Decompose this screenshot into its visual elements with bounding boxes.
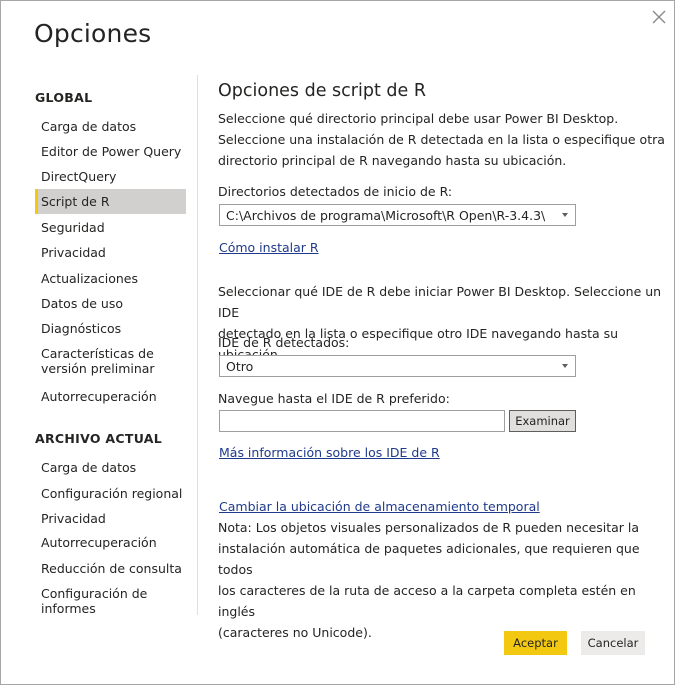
sidebar-item-diagnostics[interactable]: Diagnósticos bbox=[35, 316, 186, 341]
sidebar-item-usage-data[interactable]: Datos de uso bbox=[35, 291, 186, 316]
intro-line: Seleccione una instalación de R detectad… bbox=[218, 132, 665, 147]
dialog-title: Opciones bbox=[34, 19, 152, 48]
sidebar-item-updates[interactable]: Actualizaciones bbox=[35, 266, 186, 291]
sidebar-item-autorecovery[interactable]: Autorrecuperación bbox=[35, 384, 186, 409]
ok-button[interactable]: Aceptar bbox=[504, 631, 567, 655]
sidebar-item-power-query-editor[interactable]: Editor de Power Query bbox=[35, 139, 186, 164]
r-ide-dropdown[interactable]: Otro bbox=[219, 355, 576, 377]
options-dialog: Opciones GLOBAL Carga de datos Editor de… bbox=[0, 0, 675, 685]
sidebar-item-file-data-load[interactable]: Carga de datos bbox=[35, 455, 186, 480]
current-file-section-heading: ARCHIVO ACTUAL bbox=[35, 431, 162, 446]
sidebar-item-preview-features[interactable]: Características de versión preliminar bbox=[35, 344, 186, 378]
intro-line: directorio principal de R navegando hast… bbox=[218, 153, 567, 168]
r-home-directory-dropdown[interactable]: C:\Archivos de programa\Microsoft\R Open… bbox=[219, 204, 576, 226]
browse-button[interactable]: Examinar bbox=[509, 410, 576, 432]
intro-line: Seleccione qué directorio principal debe… bbox=[218, 111, 619, 126]
sidebar-item-regional-settings[interactable]: Configuración regional bbox=[35, 481, 186, 506]
r-ide-value: Otro bbox=[226, 359, 254, 374]
global-section-heading: GLOBAL bbox=[35, 90, 93, 105]
note-line: Nota: Los objetos visuales personalizado… bbox=[218, 520, 640, 535]
sidebar-item-privacy[interactable]: Privacidad bbox=[35, 240, 186, 265]
browse-ide-label: Navegue hasta el IDE de R preferido: bbox=[218, 391, 450, 406]
ide-intro-text: Seleccionar qué IDE de R debe iniciar Po… bbox=[218, 281, 674, 365]
sidebar-item-query-reduction[interactable]: Reducción de consulta bbox=[35, 556, 186, 581]
r-ide-info-link[interactable]: Más información sobre los IDE de R bbox=[219, 445, 440, 460]
sidebar-item-security[interactable]: Seguridad bbox=[35, 215, 186, 240]
sidebar-divider bbox=[197, 75, 198, 615]
sidebar-item-r-script[interactable]: Script de R bbox=[35, 189, 186, 214]
intro-text: Seleccione qué directorio principal debe… bbox=[218, 108, 665, 171]
sidebar-item-file-autorecovery[interactable]: Autorrecuperación bbox=[35, 530, 186, 555]
sidebar-item-file-privacy[interactable]: Privacidad bbox=[35, 506, 186, 531]
r-home-directory-value: C:\Archivos de programa\Microsoft\R Open… bbox=[226, 208, 546, 223]
chevron-down-icon bbox=[562, 213, 568, 217]
sidebar-item-directquery[interactable]: DirectQuery bbox=[35, 164, 186, 189]
note-text: Nota: Los objetos visuales personalizado… bbox=[218, 517, 674, 643]
note-line: instalación automática de paquetes adici… bbox=[218, 541, 640, 577]
chevron-down-icon bbox=[562, 364, 568, 368]
temp-storage-link[interactable]: Cambiar la ubicación de almacenamiento t… bbox=[219, 499, 540, 514]
close-icon bbox=[652, 10, 666, 24]
sidebar-item-report-settings[interactable]: Configuración de informes bbox=[35, 581, 186, 616]
ide-intro-line: Seleccionar qué IDE de R debe iniciar Po… bbox=[218, 284, 662, 320]
close-button[interactable] bbox=[649, 7, 669, 27]
page-title: Opciones de script de R bbox=[218, 81, 426, 101]
note-line: los caracteres de la ruta de acceso a la… bbox=[218, 583, 636, 619]
cancel-button[interactable]: Cancelar bbox=[581, 631, 645, 655]
ide-label: IDE de R detectados: bbox=[218, 335, 350, 350]
home-dirs-label: Directorios detectados de inicio de R: bbox=[218, 184, 453, 199]
sidebar-item-data-load[interactable]: Carga de datos bbox=[35, 114, 186, 139]
ide-path-input[interactable] bbox=[219, 410, 505, 432]
install-r-link[interactable]: Cómo instalar R bbox=[219, 240, 319, 255]
